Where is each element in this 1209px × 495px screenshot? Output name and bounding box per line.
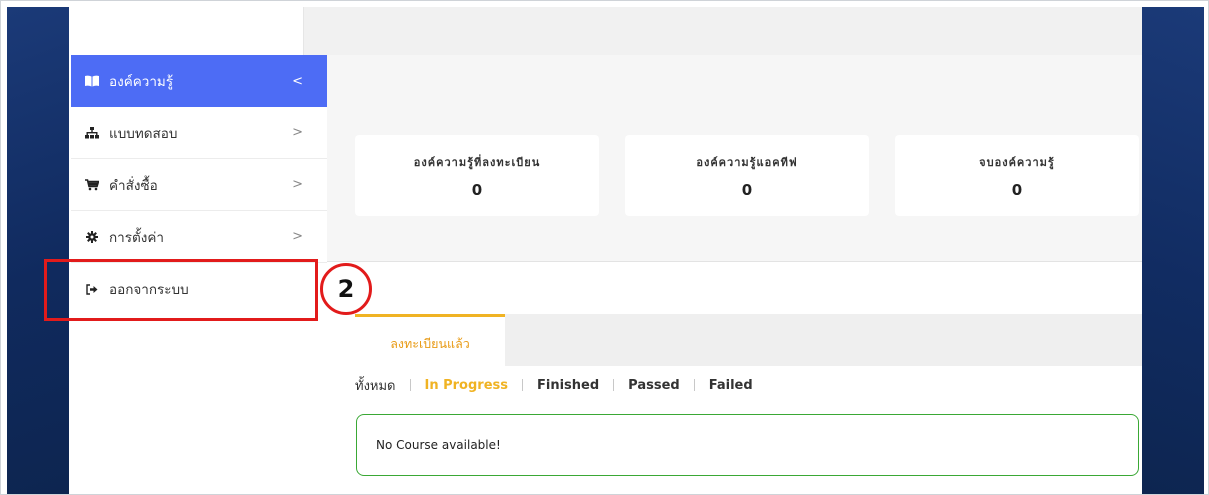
stat-label: องค์ความรู้แอคทีฟ [696,155,798,169]
sidebar-item-orders[interactable]: คำสั่งซื้อ > [71,159,327,211]
stat-label: จบองค์ความรู้ [979,155,1055,169]
filter-divider [409,379,411,391]
sidebar-item-quiz[interactable]: แบบทดสอบ > [71,107,327,159]
annotation-step-badge: 2 [320,263,372,315]
tab-registered[interactable]: ลงทะเบียนแล้ว [355,314,505,370]
filter-divider [613,379,615,391]
stat-card-completed: จบองค์ความรู้ 0 [895,135,1139,216]
sitemap-icon [85,126,99,139]
app-window: องค์ความรู้ < แบบทดสอบ > คำสั่งซื้อ > กา… [69,7,1142,494]
filter-failed[interactable]: Failed [709,378,753,393]
filter-all[interactable]: ทั้งหมด [355,375,396,396]
top-navbar [304,7,1142,55]
stat-card-active: องค์ความรู้แอคทีฟ 0 [625,135,869,216]
annotation-highlight-box [44,259,318,321]
filter-divider [693,379,695,391]
cart-icon [85,178,99,191]
logo-area [69,7,304,55]
courses-section: ลงทะเบียนแล้ว ทั้งหมด In Progress Finish… [327,261,1142,494]
stat-label: องค์ความรู้ที่ลงทะเบียน [413,155,541,169]
chevron-right-icon: > [292,125,303,140]
chevron-right-icon: > [292,177,303,192]
main-content: องค์ความรู้ที่ลงทะเบียน 0 องค์ความรู้แอค… [327,55,1142,494]
sidebar-item-label: การตั้งค่า [109,229,164,246]
stats-section: องค์ความรู้ที่ลงทะเบียน 0 องค์ความรู้แอค… [327,55,1142,260]
sidebar-item-knowledge[interactable]: องค์ความรู้ < [71,55,327,107]
filter-divider [522,379,523,391]
empty-state-message: No Course available! [376,438,501,452]
stat-value: 0 [741,180,753,199]
chevron-right-icon: > [292,229,303,244]
stat-value: 0 [1011,180,1023,199]
stat-card-registered: องค์ความรู้ที่ลงทะเบียน 0 [355,135,599,216]
sidebar-item-settings[interactable]: การตั้งค่า > [71,211,327,263]
screenshot-frame: องค์ความรู้ < แบบทดสอบ > คำสั่งซื้อ > กา… [0,0,1209,495]
sidebar-item-label: องค์ความรู้ [109,74,174,90]
book-icon [85,75,99,87]
filter-passed[interactable]: Passed [628,378,680,393]
background-left-panel [7,7,69,494]
sidebar-item-label: คำสั่งซื้อ [109,177,158,194]
stat-value: 0 [471,180,483,199]
filter-finished[interactable]: Finished [537,378,599,393]
empty-state-alert: No Course available! [356,414,1139,476]
chevron-left-icon: < [292,73,303,89]
tab-bar: ลงทะเบียนแล้ว [355,314,1142,370]
filter-in-progress[interactable]: In Progress [425,378,509,393]
sidebar-item-label: แบบทดสอบ [109,125,178,142]
gear-icon [85,230,99,243]
background-right-panel [1142,7,1204,494]
status-filter-bar: ทั้งหมด In Progress Finished Passed Fail… [355,375,753,395]
